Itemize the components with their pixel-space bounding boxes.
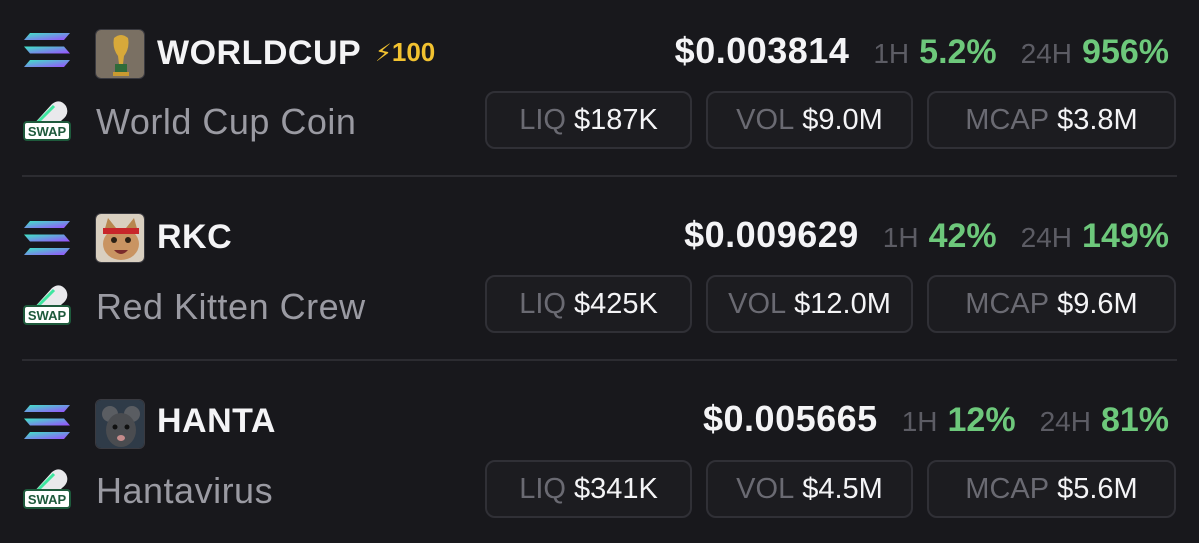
h24-change: 956% [1082,33,1169,71]
volume-pill: VOL $12.0M [706,275,913,333]
market-cap-pill: MCAP $3.8M [927,91,1176,149]
token-name: Hantavirus [96,470,274,511]
solana-icon [22,31,72,69]
token-symbol: WORLDCUP [157,34,362,72]
token-list: WORLDCUP ⚡100 $0.003814 1H 5.2% 24H 956%… [0,0,1199,543]
market-cap-pill: MCAP $5.6M [927,460,1176,518]
solana-icon [22,403,72,441]
price-line: $0.005665 1H 12% 24H 81% [703,398,1169,444]
rat-icon [95,399,145,449]
token-stats: LIQ $425K VOL $12.0M MCAP $9.6M [485,275,1176,333]
h1-change: 42% [928,217,997,255]
svg-text:SWAP: SWAP [28,308,67,323]
token-name: Red Kitten Crew [96,286,366,327]
cat-with-headband-icon [95,213,145,263]
row-divider [22,175,1177,177]
token-name: World Cup Coin [96,101,357,142]
token-stats: LIQ $187K VOL $9.0M MCAP $3.8M [485,91,1176,149]
token-price: $0.003814 [674,30,850,71]
h1-change: 12% [947,401,1016,439]
h24-label: 24H [1020,222,1073,253]
liquidity-pill: LIQ $341K [485,460,692,518]
swap-icon[interactable]: SWAP [22,280,72,328]
h1-label: 1H [901,406,938,437]
h24-label: 24H [1020,38,1073,69]
token-row-hanta[interactable]: HANTA $0.005665 1H 12% 24H 81% SWAP Hant… [0,368,1199,543]
h1-label: 1H [873,38,910,69]
h1-change: 5.2% [919,33,997,71]
price-line: $0.009629 1H 42% 24H 149% [684,214,1169,260]
liquidity-pill: LIQ $425K [485,275,692,333]
price-line: $0.003814 1H 5.2% 24H 956% [675,30,1169,76]
volume-pill: VOL $4.5M [706,460,913,518]
svg-text:SWAP: SWAP [28,124,67,139]
token-symbol: RKC [157,218,233,256]
row-divider [22,359,1177,361]
h24-change: 149% [1082,217,1169,255]
token-row-worldcup[interactable]: WORLDCUP ⚡100 $0.003814 1H 5.2% 24H 956%… [0,0,1199,184]
boost-badge: ⚡100 [375,37,436,67]
svg-text:SWAP: SWAP [28,492,67,507]
solana-icon [22,219,72,257]
swap-icon[interactable]: SWAP [22,96,72,144]
token-symbol: HANTA [157,402,276,440]
token-row-rkc[interactable]: RKC $0.009629 1H 42% 24H 149% SWAP Red K… [0,184,1199,368]
h1-label: 1H [882,222,919,253]
h24-change: 81% [1100,401,1169,439]
liquidity-pill: LIQ $187K [485,91,692,149]
volume-pill: VOL $9.0M [706,91,913,149]
market-cap-pill: MCAP $9.6M [927,275,1176,333]
token-stats: LIQ $341K VOL $4.5M MCAP $5.6M [485,460,1176,518]
token-price: $0.009629 [684,214,859,255]
h24-label: 24H [1039,406,1091,437]
token-price: $0.005665 [703,398,878,439]
lightning-icon: ⚡ [375,40,392,67]
world-cup-trophy-icon [95,29,145,79]
swap-icon[interactable]: SWAP [22,464,72,512]
